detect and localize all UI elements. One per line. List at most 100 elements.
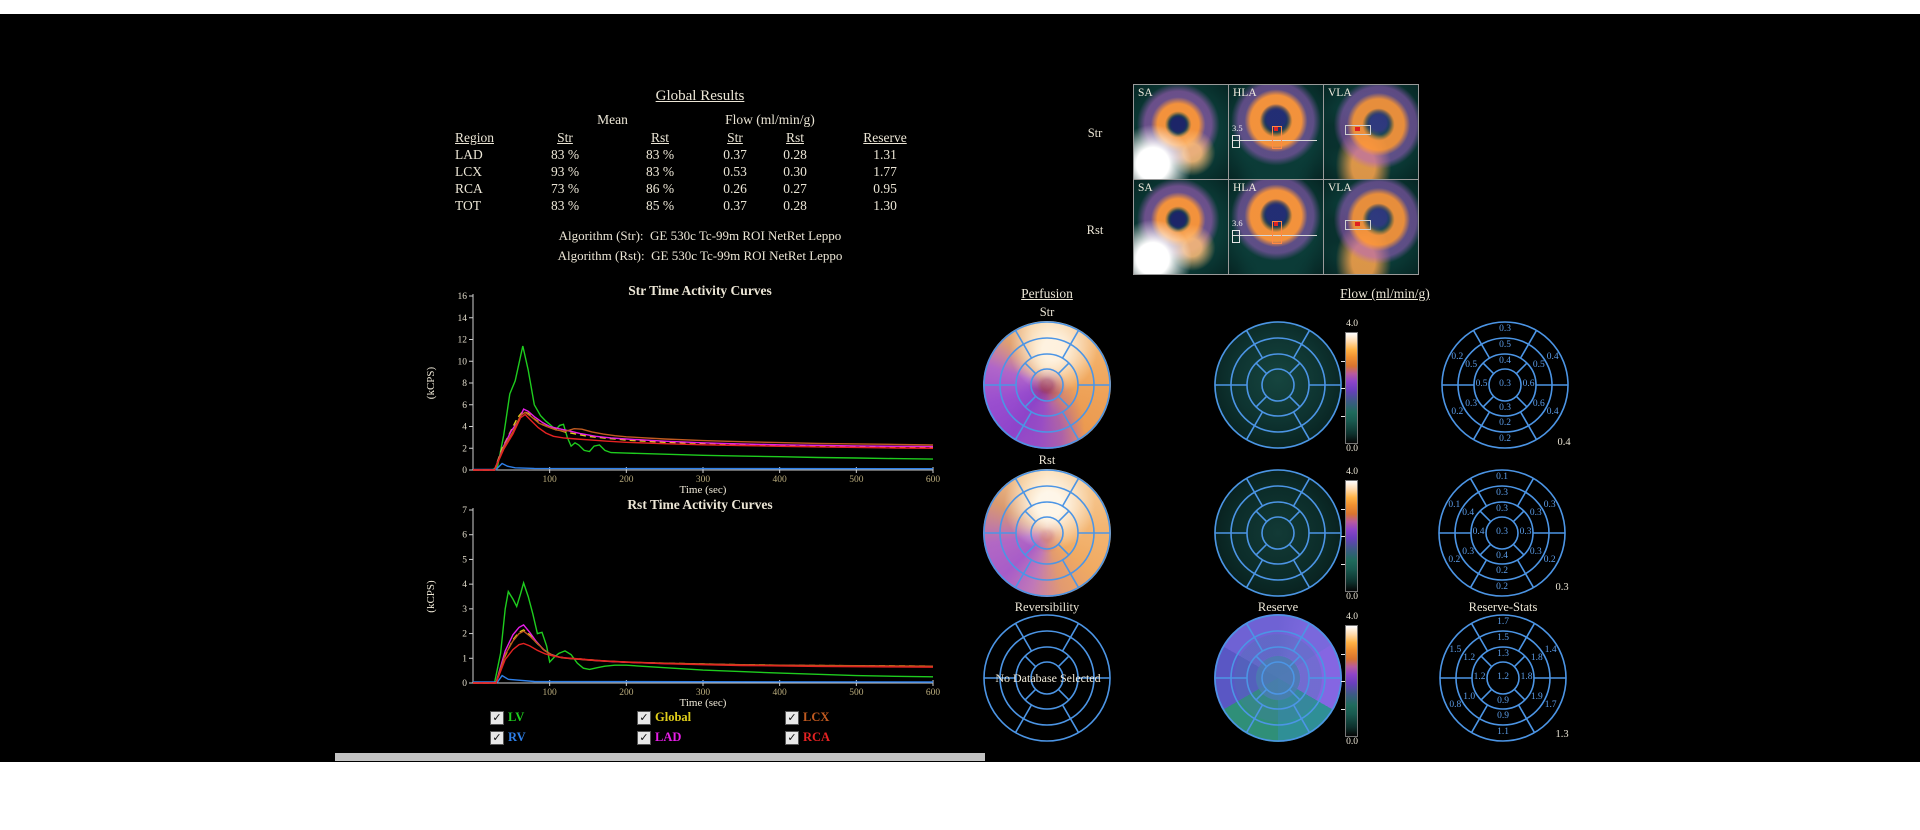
lad-checkbox[interactable]: ✓ xyxy=(637,731,651,745)
column-header-mean-rst: Rst xyxy=(620,130,700,146)
table-cell: 0.37 xyxy=(700,198,770,214)
hla-slice-cursor[interactable] xyxy=(1232,135,1240,148)
flow-str-values-polar-map: 0.30.40.40.20.20.20.50.50.60.20.30.50.40… xyxy=(1441,321,1569,449)
flow-str-polar-map xyxy=(1214,321,1342,449)
reserve-polar-map xyxy=(1214,614,1342,742)
segment-value: 0.5 xyxy=(1470,379,1494,389)
spect-cell-str-sa[interactable]: SA xyxy=(1134,85,1228,179)
segment-value: 0.3 xyxy=(1524,547,1548,557)
vla-roi-box[interactable] xyxy=(1345,125,1371,135)
flow-str-colorbar xyxy=(1345,332,1358,444)
svg-text:12: 12 xyxy=(458,336,468,346)
polar-grid xyxy=(981,467,1113,599)
segment-value: 1.0 xyxy=(1457,692,1481,702)
segment-value: 0.6 xyxy=(1517,379,1541,389)
svg-text:600: 600 xyxy=(926,688,941,698)
column-header-region: Region xyxy=(455,130,525,146)
table-cell: 0.28 xyxy=(762,147,828,163)
table-cell: 73 % xyxy=(525,181,605,197)
colorbar-tick xyxy=(1341,681,1345,682)
segment-value: 0.2 xyxy=(1493,418,1517,428)
spect-cell-rst-hla[interactable]: HLA 3.6 xyxy=(1229,180,1323,274)
colorbar-max-label: 4.0 xyxy=(1339,612,1365,622)
svg-text:5: 5 xyxy=(462,555,467,565)
table-cell: 83 % xyxy=(620,147,700,163)
colorbar-max-label: 4.0 xyxy=(1339,319,1365,329)
polar-grid xyxy=(1212,612,1344,744)
table-cell: 0.30 xyxy=(762,164,828,180)
hla-slice-value: 3.5 xyxy=(1232,123,1243,133)
hla-slice-cursor[interactable] xyxy=(1232,230,1240,243)
svg-text:400: 400 xyxy=(773,688,788,698)
flow-section-title: Flow (ml/min/g) xyxy=(1305,286,1465,302)
segment-value: 0.3 xyxy=(1493,379,1517,389)
table-cell: 0.53 xyxy=(700,164,770,180)
flow-column-group-label: Flow (ml/min/g) xyxy=(690,112,850,128)
segment-value: 1.2 xyxy=(1457,653,1481,663)
segment-value: 0.4 xyxy=(1490,551,1514,561)
svg-text:6: 6 xyxy=(462,401,467,411)
svg-text:1: 1 xyxy=(462,654,467,664)
spect-cell-str-hla[interactable]: HLA 3.5 xyxy=(1229,85,1323,179)
svg-text:3: 3 xyxy=(462,605,467,615)
spect-cell-rst-sa[interactable]: SA xyxy=(1134,180,1228,274)
spect-cell-rst-vla[interactable]: VLA xyxy=(1324,180,1418,274)
reserve-stats-polar-map: 1.71.41.71.10.81.51.51.81.90.91.01.21.31… xyxy=(1439,614,1567,742)
table-cell: 1.77 xyxy=(845,164,925,180)
segment-value: 1.8 xyxy=(1515,672,1539,682)
table-cell: 93 % xyxy=(525,164,605,180)
legend-label-lad: LAD xyxy=(655,730,681,745)
colorbar-tick xyxy=(1341,536,1345,537)
segment-value: 0.2 xyxy=(1490,566,1514,576)
global-results-row: TOT83 %85 %0.370.281.30 xyxy=(0,198,1920,215)
svg-text:(kCPS): (kCPS) xyxy=(425,366,437,399)
segment-value: 1.5 xyxy=(1491,633,1515,643)
segment-value: 1.3 xyxy=(1491,649,1515,659)
algorithm-rst-line: Algorithm (Rst): GE 530c Tc-99m ROI NetR… xyxy=(440,248,960,264)
polar-grid xyxy=(1212,319,1344,451)
polar-grid xyxy=(1212,467,1344,599)
table-cell: TOT xyxy=(455,198,525,214)
svg-text:600: 600 xyxy=(926,475,941,485)
lv-checkbox[interactable]: ✓ xyxy=(490,711,504,725)
lcx-checkbox[interactable]: ✓ xyxy=(785,711,799,725)
global-results-title: Global Results xyxy=(590,88,810,105)
svg-text:500: 500 xyxy=(849,475,864,485)
colorbar-min-label: 0.0 xyxy=(1339,737,1365,747)
rca-checkbox[interactable]: ✓ xyxy=(785,731,799,745)
global-results-row: LCX93 %83 %0.530.301.77 xyxy=(0,164,1920,181)
rv-checkbox[interactable]: ✓ xyxy=(490,731,504,745)
colorbar-tick xyxy=(1341,509,1345,510)
column-header-mean-str: Str xyxy=(525,130,605,146)
hla-roi-box[interactable] xyxy=(1272,221,1282,244)
polar-grid xyxy=(981,319,1113,451)
table-cell: 1.30 xyxy=(845,198,925,214)
svg-text:2: 2 xyxy=(462,630,467,640)
app-window: Global Results Mean Flow (ml/min/g) Regi… xyxy=(0,0,1920,830)
segment-value: 0.4 xyxy=(1493,356,1517,366)
svg-text:14: 14 xyxy=(458,314,468,324)
hla-roi-box[interactable] xyxy=(1272,126,1282,149)
svg-text:0: 0 xyxy=(462,679,467,689)
legend-label-lv: LV xyxy=(508,710,524,725)
global-results-row: LAD83 %83 %0.370.281.31 xyxy=(0,147,1920,164)
segment-value: 0.3 xyxy=(1524,508,1548,518)
spect-cell-str-vla[interactable]: VLA xyxy=(1324,85,1418,179)
column-header-flow-rst: Rst xyxy=(762,130,828,146)
segment-value: 0.5 xyxy=(1493,340,1517,350)
table-cell: 83 % xyxy=(525,147,605,163)
svg-text:6: 6 xyxy=(462,531,467,541)
global-checkbox[interactable]: ✓ xyxy=(637,711,651,725)
segment-value: 0.3 xyxy=(1490,527,1514,537)
svg-text:4: 4 xyxy=(462,580,467,590)
segment-value: 0.3 xyxy=(1459,399,1483,409)
table-cell: 85 % xyxy=(620,198,700,214)
segment-value: 1.2 xyxy=(1491,672,1515,682)
segment-value: 0.9 xyxy=(1491,711,1515,721)
table-cell: 83 % xyxy=(525,198,605,214)
vla-roi-box[interactable] xyxy=(1345,220,1371,230)
spect-row-label-rst: Rst xyxy=(1075,223,1115,238)
scrollbar-strip[interactable] xyxy=(335,753,985,761)
segment-value: 0.3 xyxy=(1514,527,1538,537)
svg-text:7: 7 xyxy=(462,506,467,516)
